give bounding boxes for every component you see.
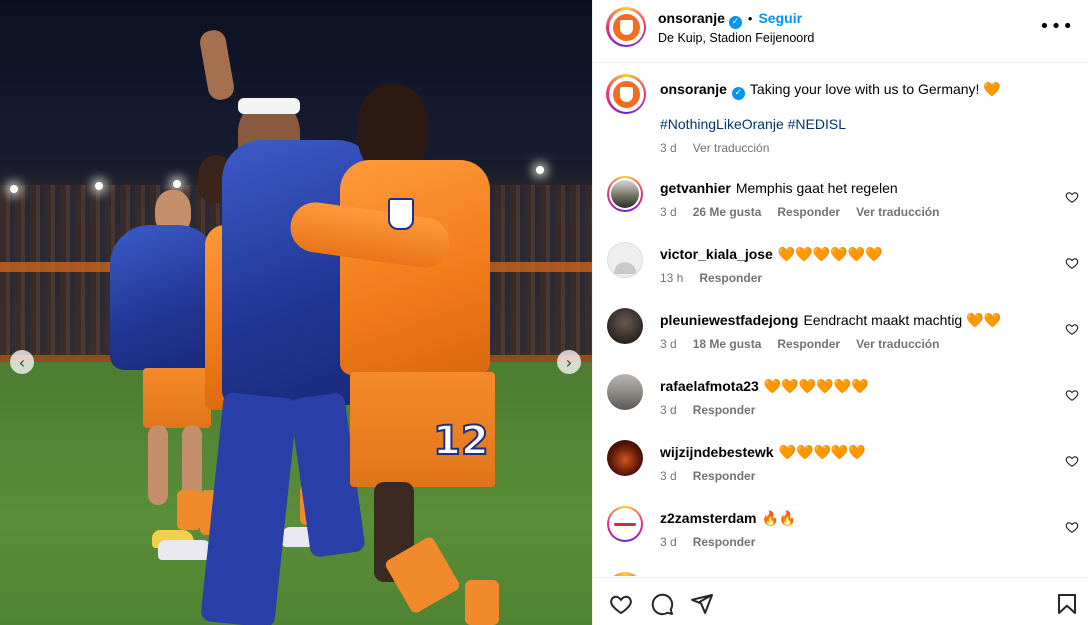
comment-username[interactable]: wijzijndebestewk bbox=[660, 444, 774, 460]
comment-item: getvanhier Memphis gaat het regelen 3 d 26… bbox=[593, 176, 1088, 242]
translate-link[interactable]: Ver traducción bbox=[856, 337, 939, 351]
comment-text: Eendracht maakt machtig 🧡🧡 bbox=[803, 312, 1001, 328]
commenter-avatar[interactable] bbox=[607, 572, 643, 576]
floodlight bbox=[10, 185, 18, 193]
reply-button[interactable]: Responder bbox=[693, 535, 756, 549]
caption: onsoranje ✓ Taking your love with us to Ge… bbox=[593, 74, 1088, 174]
comment-time[interactable]: 3 d bbox=[660, 337, 677, 351]
bookmark-icon[interactable] bbox=[1055, 592, 1079, 616]
heart-icon[interactable] bbox=[1065, 256, 1079, 270]
heart-icon[interactable] bbox=[1065, 520, 1079, 534]
comment-time[interactable]: 3 d bbox=[660, 403, 677, 417]
post-header: onsoranje ✓ • Seguir De Kuip, Stadion Feije… bbox=[593, 0, 1088, 63]
jersey-number: 12 bbox=[432, 417, 490, 465]
chevron-left-icon[interactable]: ‹ bbox=[10, 350, 34, 374]
post-photo[interactable]: 12 ‹ › bbox=[0, 0, 592, 625]
comment-icon[interactable] bbox=[650, 592, 674, 616]
heart-icon[interactable] bbox=[1065, 388, 1079, 402]
author-username[interactable]: onsoranje bbox=[658, 10, 725, 26]
heart-icon[interactable] bbox=[1065, 190, 1079, 204]
floodlight bbox=[536, 166, 544, 174]
commenter-avatar[interactable] bbox=[607, 374, 643, 410]
comment-username[interactable]: victor_kiala_jose bbox=[660, 246, 773, 262]
separator-dot: • bbox=[747, 11, 753, 26]
commenter-avatar[interactable] bbox=[607, 440, 643, 476]
floodlight bbox=[173, 180, 181, 188]
reply-button[interactable]: Responder bbox=[777, 205, 840, 219]
verified-badge-icon: ✓ bbox=[728, 16, 742, 29]
post-actions-bar bbox=[593, 577, 1088, 625]
comment-time[interactable]: 3 d bbox=[660, 469, 677, 483]
comment-time[interactable]: 13 h bbox=[660, 271, 683, 285]
comment-likes[interactable]: 26 Me gusta bbox=[693, 205, 762, 219]
author-avatar[interactable] bbox=[606, 7, 646, 47]
translate-link[interactable]: Ver traducción bbox=[693, 141, 770, 155]
commenter-avatar[interactable] bbox=[607, 308, 643, 344]
comment-text: Memphis gaat het regelen bbox=[735, 180, 898, 196]
caption-time[interactable]: 3 d bbox=[660, 141, 677, 155]
comment-item-partial bbox=[593, 572, 1088, 576]
comment-username[interactable]: getvanhier bbox=[660, 180, 731, 196]
follow-button[interactable]: Seguir bbox=[758, 10, 802, 26]
caption-hashtags[interactable]: #NothingLikeOranje #NEDISL bbox=[660, 116, 846, 132]
comment-item: pleuniewestfadejong Eendracht maakt macht… bbox=[593, 308, 1088, 374]
comment-item: victor_kiala_jose 🧡🧡🧡🧡🧡🧡 13 h Responder bbox=[593, 242, 1088, 308]
more-options-icon[interactable]: ••• bbox=[1039, 16, 1074, 37]
reply-button[interactable]: Responder bbox=[693, 469, 756, 483]
caption-avatar[interactable] bbox=[606, 74, 646, 114]
verified-badge-icon: ✓ bbox=[731, 87, 745, 100]
heart-icon[interactable] bbox=[609, 592, 633, 616]
comment-username[interactable]: rafaelafmota23 bbox=[660, 378, 759, 394]
reply-button[interactable]: Responder bbox=[699, 271, 762, 285]
commenter-avatar[interactable] bbox=[607, 506, 643, 542]
comment-item: rafaelafmota23 🧡🧡🧡🧡🧡🧡 3 d Responder bbox=[593, 374, 1088, 440]
location-link[interactable]: De Kuip, Stadion Feijenoord bbox=[658, 31, 814, 45]
chevron-right-icon[interactable]: › bbox=[557, 350, 581, 374]
knvb-logo bbox=[612, 13, 640, 41]
comment-text: 🧡🧡🧡🧡🧡 bbox=[778, 444, 866, 460]
reply-button[interactable]: Responder bbox=[777, 337, 840, 351]
caption-text: Taking your love with us to Germany! 🧡 bbox=[749, 81, 1001, 97]
heart-icon[interactable] bbox=[1065, 322, 1079, 336]
comment-text: 🔥🔥 bbox=[761, 510, 797, 526]
post-side-panel: onsoranje ✓ • Seguir De Kuip, Stadion Feije… bbox=[592, 0, 1088, 625]
translate-link[interactable]: Ver traducción bbox=[856, 205, 939, 219]
floodlight bbox=[95, 182, 103, 190]
comment-username[interactable]: z2zamsterdam bbox=[660, 510, 757, 526]
comment-time[interactable]: 3 d bbox=[660, 205, 677, 219]
comment-username[interactable]: pleuniewestfadejong bbox=[660, 312, 798, 328]
comment-text: 🧡🧡🧡🧡🧡🧡 bbox=[777, 246, 883, 262]
comment-item: z2zamsterdam 🔥🔥 3 d Responder bbox=[593, 506, 1088, 572]
heart-icon[interactable] bbox=[1065, 454, 1079, 468]
commenter-avatar[interactable] bbox=[607, 176, 643, 212]
comments-list[interactable]: onsoranje ✓ Taking your love with us to Ge… bbox=[593, 63, 1088, 576]
commenter-avatar[interactable] bbox=[607, 242, 643, 278]
share-icon[interactable] bbox=[690, 592, 714, 616]
comment-time[interactable]: 3 d bbox=[660, 535, 677, 549]
caption-username[interactable]: onsoranje bbox=[660, 81, 727, 97]
reply-button[interactable]: Responder bbox=[693, 403, 756, 417]
comment-likes[interactable]: 18 Me gusta bbox=[693, 337, 762, 351]
comment-item: wijzijndebestewk 🧡🧡🧡🧡🧡 3 d Responder bbox=[593, 440, 1088, 506]
comment-text: 🧡🧡🧡🧡🧡🧡 bbox=[763, 378, 869, 394]
